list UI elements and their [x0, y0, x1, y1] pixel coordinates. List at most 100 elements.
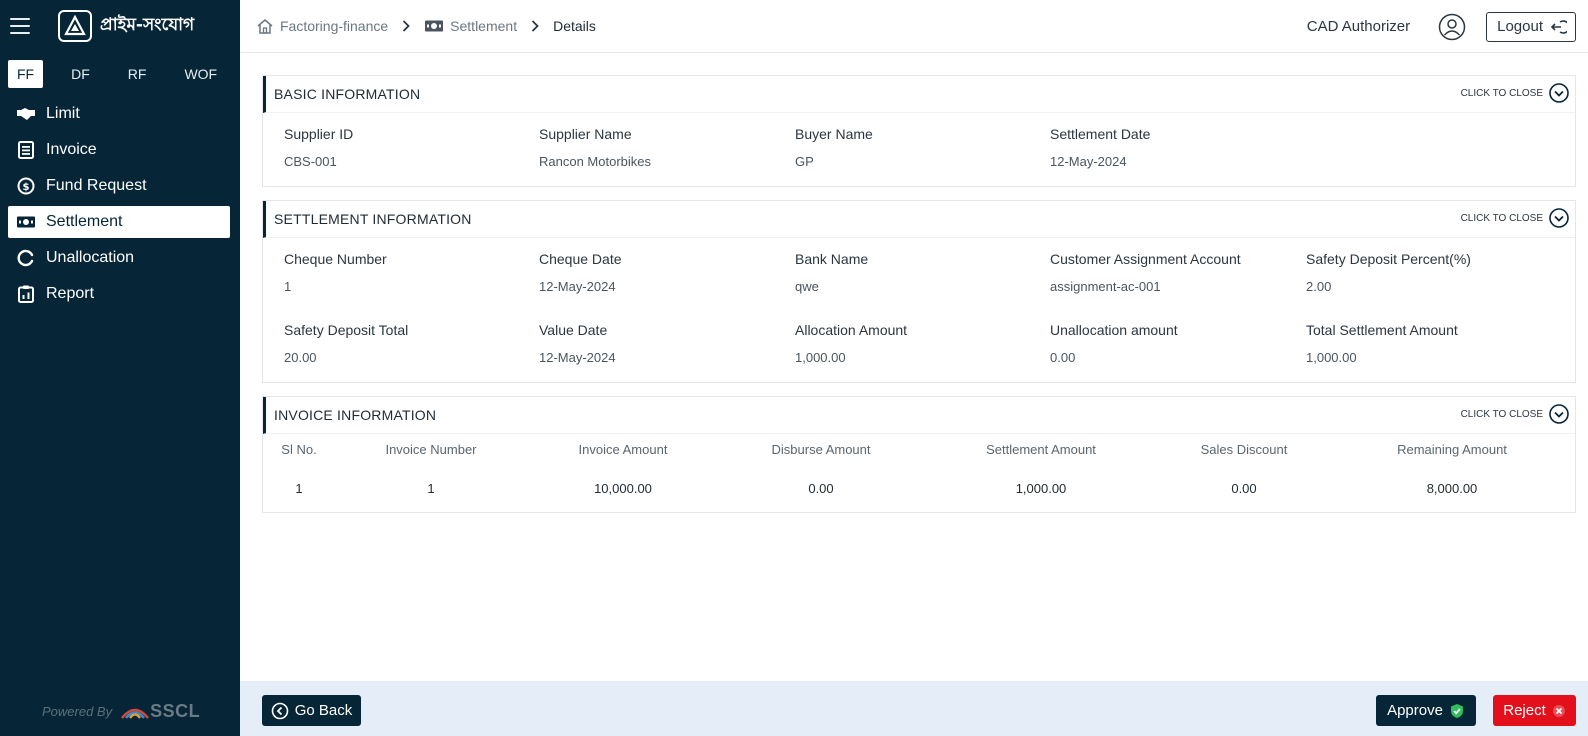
- invoice-information-card: INVOICE INFORMATION CLICK TO CLOSE Sl No…: [262, 396, 1576, 513]
- basic-information-card: BASIC INFORMATION CLICK TO CLOSE Supplie…: [262, 75, 1576, 187]
- toggle-label: CLICK TO CLOSE: [1460, 408, 1543, 420]
- chevron-down-circle-icon: [1549, 208, 1569, 228]
- go-back-button[interactable]: Go Back: [262, 695, 361, 726]
- field-value: 12-May-2024: [539, 350, 616, 365]
- banknote-icon: [424, 19, 444, 33]
- home-icon: [256, 18, 274, 34]
- field-supplier-id: Supplier ID CBS-001: [284, 126, 524, 169]
- card-title: BASIC INFORMATION: [274, 86, 421, 102]
- column-header: Invoice Number: [385, 441, 477, 457]
- field-value: 1,000.00: [1306, 350, 1357, 365]
- sscl-text: SSCL: [150, 701, 201, 721]
- field-label: Allocation Amount: [795, 322, 908, 338]
- field-label: Supplier ID: [284, 126, 354, 142]
- settlement-information-card: SETTLEMENT INFORMATION CLICK TO CLOSE Ch…: [262, 200, 1576, 383]
- approve-label: Approve: [1387, 702, 1443, 719]
- sidebar-item-fund-request[interactable]: $ Fund Request: [8, 170, 230, 202]
- user-avatar-icon[interactable]: [1438, 13, 1466, 41]
- field-value: Rancon Motorbikes: [539, 154, 651, 169]
- field-label: Customer Assignment Account: [1050, 251, 1241, 267]
- field-value: 12-May-2024: [539, 279, 616, 294]
- chevron-down-circle-icon: [1549, 83, 1569, 103]
- sscl-rainbow-icon: [121, 708, 150, 719]
- field-value: GP: [795, 154, 814, 169]
- basic-fields: Supplier ID CBS-001 Supplier Name Rancon…: [263, 113, 1575, 187]
- column-header: Sales Discount: [1200, 441, 1288, 457]
- chevron-down-circle-icon: [1549, 404, 1569, 424]
- breadcrumb-home[interactable]: Factoring-finance: [256, 18, 388, 34]
- field-cheque-date: Cheque Date 12-May-2024: [539, 251, 779, 294]
- table-cell: 0.00: [1231, 480, 1257, 496]
- sidebar-item-report[interactable]: Report: [8, 278, 230, 310]
- field-label: Supplier Name: [539, 126, 632, 142]
- field-total-settlement-amount: Total Settlement Amount 1,000.00: [1306, 322, 1546, 365]
- reject-button[interactable]: Reject: [1493, 695, 1576, 726]
- svg-text:$: $: [23, 182, 30, 193]
- collapse-toggle[interactable]: CLICK TO CLOSE: [1461, 208, 1569, 228]
- tab-df[interactable]: DF: [61, 60, 100, 88]
- sidebar-item-limit[interactable]: Limit: [8, 98, 230, 130]
- field-cheque-number: Cheque Number 1: [284, 251, 524, 294]
- sidebar-item-invoice[interactable]: Invoice: [8, 134, 230, 166]
- field-value: 20.00: [284, 350, 317, 365]
- field-bank-name: Bank Name qwe: [795, 251, 1035, 294]
- field-safety-deposit-total: Safety Deposit Total 20.00: [284, 322, 524, 365]
- document-list-icon: [16, 140, 36, 160]
- table-cell: 1: [427, 480, 435, 496]
- hamburger-menu-icon[interactable]: [10, 18, 30, 34]
- collapse-toggle[interactable]: CLICK TO CLOSE: [1461, 404, 1569, 424]
- column-header: Sl No.: [281, 441, 317, 457]
- field-value: 1,000.00: [795, 350, 846, 365]
- table-header-row: Sl No. Invoice Number Invoice Amount Dis…: [263, 434, 1575, 464]
- field-safety-deposit-percent: Safety Deposit Percent(%) 2.00: [1306, 251, 1546, 294]
- arrow-left-circle-icon: [271, 702, 289, 720]
- column-header: Invoice Amount: [578, 441, 668, 457]
- field-label: Value Date: [539, 322, 608, 338]
- breadcrumb-label: Factoring-finance: [280, 18, 389, 34]
- app-logo[interactable]: প্রাইম-সংযোগ: [58, 10, 194, 42]
- card-header: BASIC INFORMATION CLICK TO CLOSE: [263, 76, 1575, 113]
- sidebar-top: প্রাইম-সংযোগ: [0, 0, 240, 52]
- logout-button[interactable]: Logout: [1486, 11, 1576, 42]
- header-right: CAD Authorizer Logout: [1307, 0, 1576, 53]
- field-value: 0.00: [1050, 350, 1076, 365]
- logo-mark-icon: [58, 10, 92, 42]
- breadcrumb-settlement[interactable]: Settlement: [424, 18, 517, 34]
- field-unallocation-amount: Unallocation amount 0.00: [1050, 322, 1290, 365]
- sidebar-item-label: Fund Request: [46, 177, 147, 194]
- handshake-icon: [16, 104, 36, 124]
- table-cell: 1: [295, 480, 303, 496]
- logout-icon: [1549, 18, 1567, 36]
- circle-notch-icon: [16, 248, 36, 268]
- reject-label: Reject: [1503, 702, 1546, 719]
- column-header: Disburse Amount: [771, 441, 871, 457]
- sidebar-menu: Limit Invoice $ Fund Request Settlement …: [0, 98, 240, 310]
- breadcrumb-label: Details: [553, 18, 596, 34]
- tab-ff[interactable]: FF: [8, 60, 44, 88]
- field-label: Cheque Date: [539, 251, 622, 267]
- field-supplier-name: Supplier Name Rancon Motorbikes: [539, 126, 779, 169]
- sidebar-item-unallocation[interactable]: Unallocation: [8, 242, 230, 274]
- powered-by-text: Powered By: [42, 704, 113, 719]
- clipboard-chart-icon: [16, 284, 36, 304]
- invoice-table: Sl No. Invoice Number Invoice Amount Dis…: [263, 434, 1575, 512]
- action-bar: Go Back Approve Reject: [240, 681, 1588, 736]
- approve-button[interactable]: Approve: [1376, 695, 1476, 726]
- field-settlement-date: Settlement Date 12-May-2024: [1050, 126, 1290, 169]
- column-header: Settlement Amount: [986, 441, 1096, 457]
- user-role: CAD Authorizer: [1306, 18, 1411, 35]
- sidebar-item-label: Settlement: [46, 213, 123, 230]
- field-label: Buyer Name: [795, 126, 873, 142]
- field-value: CBS-001: [284, 154, 337, 169]
- product-tabs: FF DF RF WOF: [0, 60, 240, 88]
- sidebar-item-label: Invoice: [46, 141, 97, 158]
- card-header: INVOICE INFORMATION CLICK TO CLOSE: [263, 397, 1575, 434]
- collapse-toggle[interactable]: CLICK TO CLOSE: [1461, 83, 1569, 103]
- sidebar-item-label: Unallocation: [46, 249, 135, 266]
- toggle-label: CLICK TO CLOSE: [1460, 87, 1543, 99]
- sidebar-item-settlement[interactable]: Settlement: [8, 206, 230, 238]
- tab-rf[interactable]: RF: [118, 60, 157, 88]
- field-label: Safety Deposit Percent(%): [1306, 251, 1471, 267]
- column-header: Remaining Amount: [1397, 441, 1507, 457]
- tab-wof[interactable]: WOF: [174, 60, 227, 88]
